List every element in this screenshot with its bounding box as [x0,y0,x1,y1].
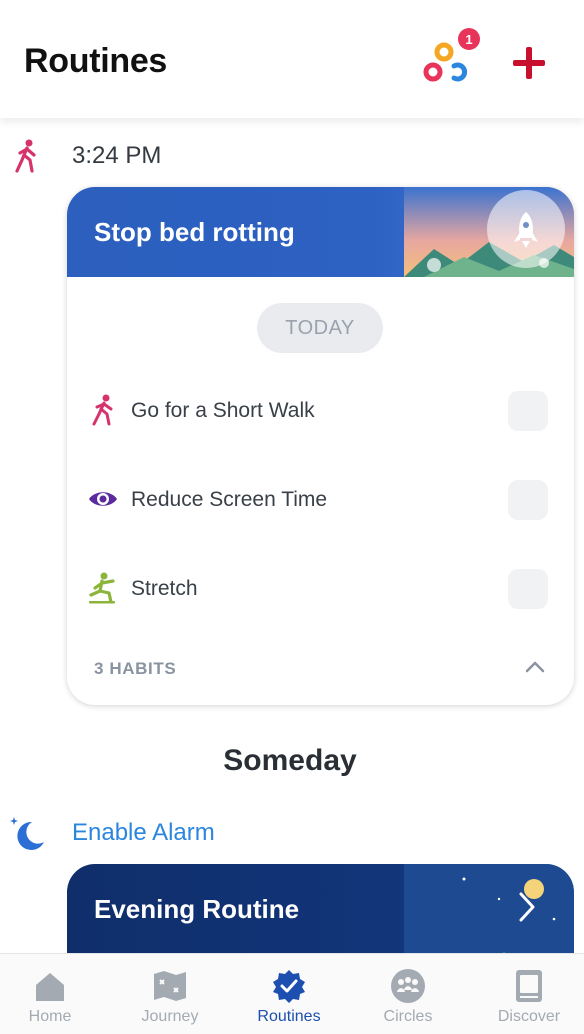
habit-row[interactable]: Reduce Screen Time [67,470,574,530]
rocket-button[interactable] [487,190,565,268]
habit-row[interactable]: Go for a Short Walk [67,381,574,441]
tab-discover[interactable]: Discover [471,954,584,1034]
map-icon [154,971,186,1001]
tab-label: Circles [383,1008,433,1025]
habit-label: Reduce Screen Time [131,488,328,511]
tab-label: Journey [141,1008,199,1025]
enable-alarm-row[interactable]: Enable Alarm [0,812,584,856]
habit-checkbox[interactable] [508,480,548,520]
habit-label: Go for a Short Walk [131,399,315,422]
people-icon [391,969,425,1003]
notification-badge: 1 [458,28,480,50]
routine-card[interactable]: Stop bed rotting TODAY Go for a Short Wa… [67,187,574,705]
routine-time: 3:24 PM [72,142,162,169]
tab-routines[interactable]: Routines [231,954,347,1034]
chevron-up-icon [525,661,545,673]
tab-journey[interactable]: Journey [112,954,228,1034]
today-button[interactable]: TODAY [257,303,383,353]
section-title-someday: Someday [223,744,357,777]
walk-icon [92,394,113,426]
tab-label: Discover [497,1008,561,1025]
add-routine-button[interactable] [510,44,548,82]
evening-routine-title: Evening Routine [94,894,300,924]
home-icon [36,973,64,1001]
moon-icon [10,817,44,850]
book-icon [516,970,542,1002]
tab-circles[interactable]: Circles [350,954,466,1034]
app-header: Routines 1 [0,0,584,118]
collapse-button[interactable] [523,657,547,677]
check-badge-icon [273,970,305,1003]
open-routine-button[interactable] [515,890,539,924]
routine-banner: Stop bed rotting [67,187,574,277]
bottom-tab-bar: Home Journey Routines Circles Discover [0,953,584,1034]
chevron-right-icon [519,892,535,922]
routine-time-row[interactable]: 3:24 PM [0,136,584,176]
page-title: Routines [24,42,168,80]
rocket-icon [514,212,538,248]
habit-checkbox[interactable] [508,569,548,609]
tab-label: Home [28,1008,72,1025]
habit-checkbox[interactable] [508,391,548,431]
enable-alarm-link[interactable]: Enable Alarm [72,819,215,847]
tab-label: Routines [257,1008,321,1025]
stretch-icon [89,572,115,604]
habits-count: 3 HABITS [94,659,177,678]
eye-icon [89,492,117,506]
habit-row[interactable]: Stretch [67,559,574,619]
habit-label: Stretch [131,577,198,600]
tab-home[interactable]: Home [0,954,108,1034]
routine-title: Stop bed rotting [94,217,295,247]
walk-icon [15,139,36,173]
plus-icon [513,47,545,79]
